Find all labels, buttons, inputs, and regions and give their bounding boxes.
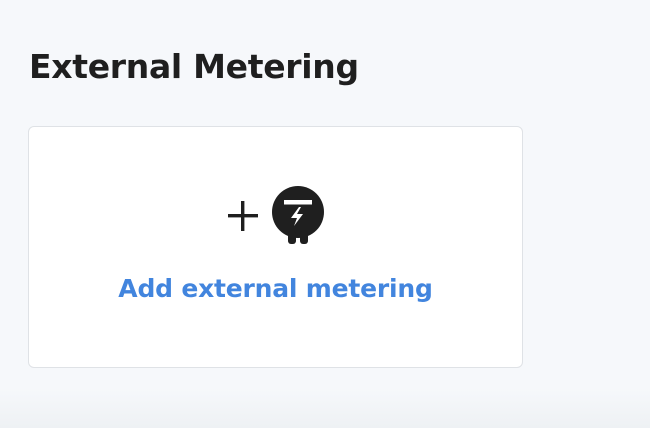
external-meter-icon: [271, 186, 324, 244]
add-external-metering-card[interactable]: Add external metering: [28, 126, 523, 368]
section-title: External Metering: [29, 47, 359, 86]
add-icons: [29, 185, 522, 247]
add-external-metering-link[interactable]: Add external metering: [29, 273, 522, 305]
plus-icon: [227, 201, 258, 231]
bottom-fade: [0, 388, 650, 428]
